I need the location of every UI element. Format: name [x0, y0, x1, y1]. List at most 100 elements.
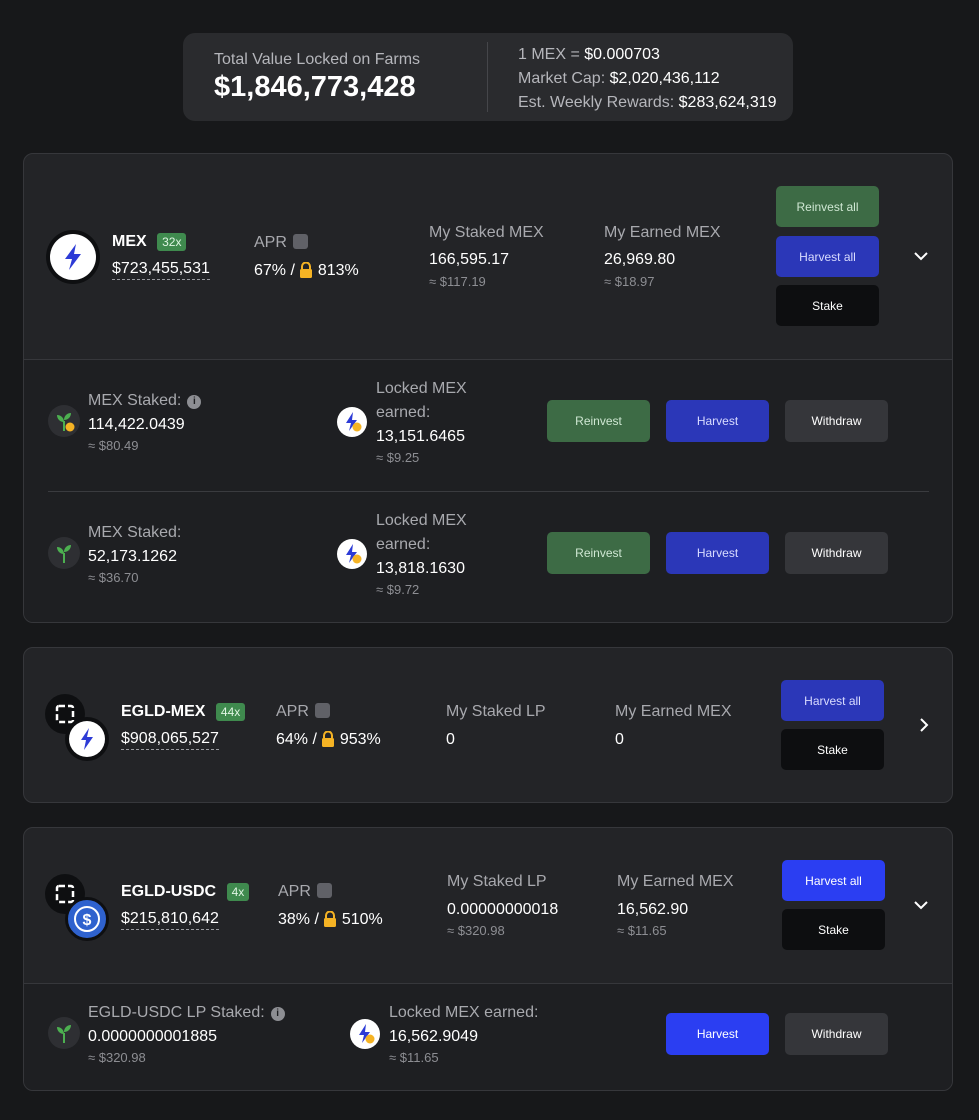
farm-liquidity[interactable]: $215,810,642 — [121, 910, 219, 930]
multiplier-badge: 32x — [157, 233, 187, 251]
position-staked-label: MEX Staked: — [88, 524, 182, 541]
my-earned-value: 26,969.80 — [604, 251, 676, 268]
apr-label: APR — [254, 234, 287, 251]
position-staked-value: 114,422.0439 — [88, 416, 185, 433]
farm-positions-mex: MEX Staked: i 114,422.0439 ≈ $80.49 Locke… — [24, 359, 952, 622]
my-staked-label: My Staked MEX — [429, 224, 544, 241]
info-icon[interactable]: i — [187, 395, 202, 409]
farm-name: EGLD-USDC — [121, 883, 217, 900]
lock-icon — [324, 911, 337, 927]
harvest-all-button[interactable]: Harvest all — [782, 860, 885, 901]
my-staked-label: My Staked LP — [446, 703, 546, 720]
apr-locked-value: 510% — [341, 911, 383, 928]
position-staked-label: MEX Staked: — [88, 392, 182, 409]
position-staked-usd: ≈ $36.70 — [88, 570, 139, 585]
farms-summary-panel: Total Value Locked on Farms $1,846,773,4… — [183, 33, 793, 121]
mex-price-value: $0.000703 — [584, 46, 660, 63]
harvest-button[interactable]: Harvest — [666, 532, 769, 574]
farm-name: EGLD-MEX — [121, 703, 206, 720]
calculator-icon[interactable] — [316, 883, 332, 898]
apr-value: 38% — [278, 911, 311, 928]
my-earned-usd: ≈ $11.65 — [617, 923, 667, 938]
position-earned-label-1: Locked MEX — [376, 512, 467, 529]
harvest-button[interactable]: Harvest — [666, 1013, 769, 1055]
market-cap-value: $2,020,436,112 — [609, 70, 720, 87]
reinvest-all-button[interactable]: Reinvest all — [776, 186, 879, 227]
position-divider — [48, 491, 929, 492]
svg-text:$: $ — [83, 912, 92, 929]
my-earned-usd: ≈ $18.97 — [604, 274, 655, 289]
tvl-label: Total Value Locked on Farms — [214, 51, 421, 68]
position-earned-usd: ≈ $9.72 — [376, 582, 420, 597]
farm-header-mex: MEX 32x $723,455,531 APR 67% / 813% My S… — [24, 154, 952, 359]
position-earned-label-1: Locked MEX — [376, 380, 467, 397]
position-earned-label-2: earned: — [376, 536, 431, 553]
mex-token-icon — [65, 717, 109, 761]
position-staked-value: 0.0000000001885 — [88, 1028, 218, 1045]
my-earned-value: 0 — [615, 731, 624, 748]
apr-separator: / — [314, 911, 319, 928]
position-earned-value: 16,562.9049 — [389, 1028, 478, 1045]
my-earned-label: My Earned MEX — [617, 873, 734, 890]
position-earned-usd: ≈ $9.25 — [376, 450, 420, 465]
farm-card-egld-usdc: $ EGLD-USDC 4x $215,810,642 APR 38% / 51… — [23, 827, 953, 1091]
farm-card-egld-mex: EGLD-MEX 44x $908,065,527 APR 64% / 953%… — [23, 647, 953, 803]
tvl-value: $1,846,773,428 — [214, 71, 416, 103]
chevron-down-icon[interactable] — [911, 246, 931, 266]
position-staked-value: 52,173.1262 — [88, 548, 177, 565]
weekly-rewards-label: Est. Weekly Rewards: — [518, 94, 679, 111]
locked-mex-icon — [337, 407, 367, 437]
chevron-right-icon[interactable] — [914, 715, 934, 735]
apr-separator: / — [312, 731, 317, 748]
calculator-icon[interactable] — [314, 703, 330, 718]
stake-button[interactable]: Stake — [776, 285, 879, 326]
farm-header-egld-usdc: $ EGLD-USDC 4x $215,810,642 APR 38% / 51… — [24, 828, 952, 983]
lock-icon — [322, 731, 335, 747]
position-earned-usd: ≈ $11.65 — [389, 1050, 439, 1065]
withdraw-button[interactable]: Withdraw — [785, 400, 888, 442]
my-earned-label: My Earned MEX — [604, 224, 721, 241]
my-staked-usd: ≈ $320.98 — [447, 923, 505, 938]
position-earned-value: 13,818.1630 — [376, 560, 465, 577]
chevron-down-icon[interactable] — [911, 895, 931, 915]
stake-button[interactable]: Stake — [781, 729, 884, 770]
position-staked-label: EGLD-USDC LP Staked: — [88, 1004, 265, 1021]
harvest-button[interactable]: Harvest — [666, 400, 769, 442]
withdraw-button[interactable]: Withdraw — [785, 532, 888, 574]
weekly-rewards-value: $283,624,319 — [678, 94, 777, 111]
locked-mex-icon — [337, 539, 367, 569]
harvest-all-button[interactable]: Harvest all — [776, 236, 879, 277]
apr-label: APR — [278, 883, 311, 900]
sprout-icon — [48, 1017, 80, 1049]
my-staked-value: 0.00000000018 — [447, 901, 559, 918]
apr-value: 64% — [276, 731, 309, 748]
my-earned-label: My Earned MEX — [615, 703, 732, 720]
position-staked-usd: ≈ $320.98 — [88, 1050, 146, 1065]
usdc-dollar-icon: $ — [65, 897, 109, 941]
farm-name: MEX — [112, 233, 147, 250]
calculator-icon[interactable] — [292, 234, 308, 249]
sprout-icon — [48, 405, 80, 437]
stake-button[interactable]: Stake — [782, 909, 885, 950]
mex-token-icon — [46, 230, 100, 284]
farm-liquidity[interactable]: $723,455,531 — [112, 260, 210, 280]
my-staked-label: My Staked LP — [447, 873, 547, 890]
position-staked-usd: ≈ $80.49 — [88, 438, 139, 453]
apr-locked-value: 953% — [339, 731, 381, 748]
sprout-icon — [48, 537, 80, 569]
apr-separator: / — [290, 262, 295, 279]
withdraw-button[interactable]: Withdraw — [785, 1013, 888, 1055]
harvest-all-button[interactable]: Harvest all — [781, 680, 884, 721]
reinvest-button[interactable]: Reinvest — [547, 400, 650, 442]
apr-value: 67% — [254, 262, 287, 279]
multiplier-badge: 44x — [215, 703, 246, 721]
apr-label: APR — [276, 703, 309, 720]
reinvest-button[interactable]: Reinvest — [547, 532, 650, 574]
apr-locked-value: 813% — [317, 262, 359, 279]
farm-liquidity[interactable]: $908,065,527 — [121, 730, 219, 750]
position-earned-value: 13,151.6465 — [376, 428, 465, 445]
summary-divider — [487, 42, 488, 112]
info-icon[interactable]: i — [270, 1007, 285, 1021]
my-staked-value: 166,595.17 — [429, 251, 510, 268]
mex-price-label: 1 MEX = — [518, 46, 585, 63]
